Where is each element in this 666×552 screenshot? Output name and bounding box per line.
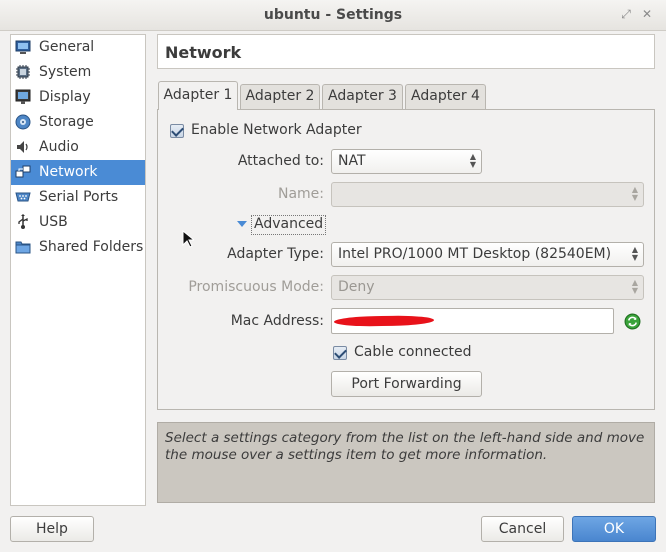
spinner-arrows-icon: ▲ ▼	[469, 152, 476, 169]
sidebar-item-label: Audio	[39, 139, 79, 155]
sidebar-item-general[interactable]: General	[11, 35, 145, 60]
mouse-cursor-icon	[182, 230, 194, 248]
sidebar-item-shared-folders[interactable]: Shared Folders	[11, 235, 145, 260]
page-title: Network	[165, 43, 242, 62]
audio-icon	[17, 141, 28, 153]
spinner-arrows-icon: ▲ ▼	[631, 185, 638, 202]
tab-adapter-3[interactable]: Adapter 3	[322, 84, 403, 109]
cancel-button[interactable]: Cancel	[481, 516, 564, 542]
title-bar[interactable]: ubuntu - Settings ⤢ ✕	[0, 0, 666, 31]
name-label: Name:	[277, 186, 324, 202]
port-forwarding-button[interactable]: Port Forwarding	[331, 371, 482, 397]
restore-icon[interactable]: ⤢	[619, 7, 633, 21]
attached-to-select[interactable]: NAT ▲ ▼	[331, 149, 482, 174]
promiscuous-mode-select[interactable]: Deny ▲ ▼	[331, 275, 644, 300]
sidebar-item-label: Display	[39, 89, 91, 105]
sidebar-item-network[interactable]: Network	[11, 160, 145, 185]
tab-label: Adapter 4	[411, 88, 480, 104]
expand-triangle-icon[interactable]	[237, 220, 247, 228]
advanced-toggle[interactable]: Advanced	[251, 215, 327, 235]
close-icon[interactable]: ✕	[640, 7, 654, 21]
sidebar-item-display[interactable]: Display	[11, 85, 145, 110]
window-title: ubuntu - Settings	[263, 7, 403, 23]
tab-adapter-1[interactable]: Adapter 1	[158, 81, 238, 110]
sidebar-item-system[interactable]: System	[11, 60, 145, 85]
adapter-type-label: Adapter Type:	[227, 246, 324, 262]
mac-address-input[interactable]	[331, 308, 614, 334]
settings-category-list[interactable]: General System Display Storage Audio Net…	[10, 34, 146, 506]
network-icon	[15, 165, 31, 178]
system-icon	[16, 65, 30, 79]
spinner-arrows-icon: ▲ ▼	[631, 245, 638, 262]
mac-address-label: Mac Address:	[230, 313, 324, 329]
info-panel: Select a settings category from the list…	[157, 422, 655, 503]
cable-connected-checkbox[interactable]	[333, 346, 347, 360]
tab-label: Adapter 3	[328, 88, 397, 104]
sidebar-item-label: Shared Folders	[39, 239, 144, 255]
sidebar-item-label: General	[39, 39, 95, 55]
section-header: Network	[157, 34, 655, 69]
serial-ports-icon	[15, 192, 31, 202]
general-icon	[15, 40, 31, 54]
help-button[interactable]: Help	[10, 516, 94, 542]
spinner-arrows-icon: ▲ ▼	[631, 278, 638, 295]
sidebar-item-label: System	[39, 64, 92, 80]
sidebar-item-label: USB	[39, 214, 68, 230]
sidebar-item-usb[interactable]: USB	[11, 210, 145, 235]
promiscuous-mode-value: Deny	[338, 279, 375, 295]
shared-folders-icon	[15, 241, 31, 254]
tab-adapter-4[interactable]: Adapter 4	[405, 84, 486, 109]
sidebar-item-label: Serial Ports	[39, 189, 119, 205]
name-select[interactable]: ▲ ▼	[331, 182, 644, 207]
sidebar-item-label: Network	[39, 164, 98, 180]
info-text: Select a settings category from the list…	[165, 430, 645, 463]
settings-window: ubuntu - Settings ⤢ ✕ General System Dis…	[0, 0, 666, 552]
promiscuous-mode-label: Promiscuous Mode:	[188, 279, 324, 295]
adapter-type-select[interactable]: Intel PRO/1000 MT Desktop (82540EM) ▲ ▼	[331, 242, 644, 267]
cable-connected-label[interactable]: Cable connected	[354, 344, 472, 360]
attached-to-label: Attached to:	[237, 153, 324, 169]
refresh-mac-icon[interactable]	[624, 313, 641, 330]
redaction-mark	[333, 315, 435, 327]
sidebar-item-serial-ports[interactable]: Serial Ports	[11, 185, 145, 210]
sidebar-item-audio[interactable]: Audio	[11, 135, 145, 160]
storage-icon	[15, 114, 31, 130]
enable-adapter-checkbox[interactable]	[170, 124, 184, 138]
ok-button[interactable]: OK	[572, 516, 656, 542]
enable-adapter-label[interactable]: Enable Network Adapter	[191, 122, 362, 138]
display-icon	[15, 89, 31, 104]
attached-to-value: NAT	[338, 153, 366, 169]
adapter-type-value: Intel PRO/1000 MT Desktop (82540EM)	[338, 246, 612, 262]
sidebar-item-storage[interactable]: Storage	[11, 110, 145, 135]
tab-adapter-2[interactable]: Adapter 2	[240, 84, 320, 109]
sidebar-item-label: Storage	[39, 114, 94, 130]
tab-label: Adapter 1	[163, 87, 233, 103]
tab-label: Adapter 2	[245, 88, 315, 104]
usb-icon	[18, 214, 28, 229]
